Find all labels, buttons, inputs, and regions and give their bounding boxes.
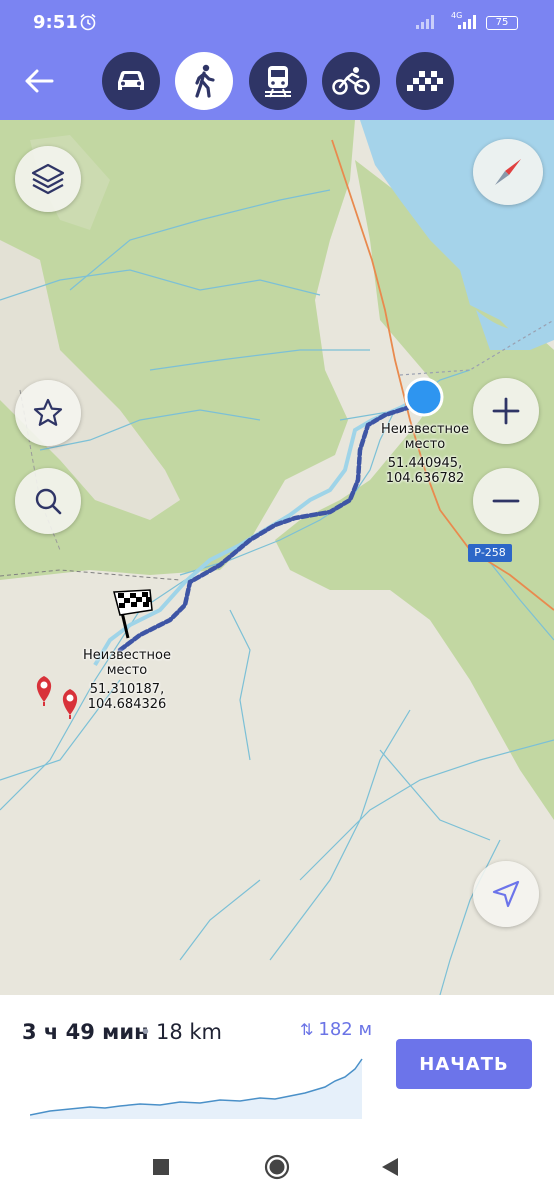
elevation-profile	[30, 1058, 363, 1119]
layers-icon	[31, 163, 65, 195]
minus-icon	[492, 499, 520, 503]
alarm-icon	[80, 13, 96, 31]
current-location-name-2: место	[404, 437, 446, 452]
current-location-label: Неизвестное место 51.440945, 104.636782	[370, 422, 480, 486]
current-location-coords: 51.440945,	[387, 456, 463, 471]
mode-taxi-button[interactable]	[396, 52, 454, 110]
compass-button[interactable]	[473, 139, 543, 205]
walk-icon	[195, 64, 215, 98]
destination-coords: 51.310187,	[89, 682, 165, 697]
mode-walk-button[interactable]	[175, 52, 233, 110]
separator-dot: •	[142, 1021, 150, 1043]
battery-indicator: 75	[486, 16, 518, 30]
home-icon[interactable]	[264, 1154, 290, 1180]
back-triangle-icon[interactable]	[381, 1157, 399, 1177]
signal-4g-icon	[458, 15, 476, 29]
search-button[interactable]	[15, 468, 81, 534]
road-sign: Р-258	[468, 544, 512, 562]
route-distance: 18 km	[156, 1020, 223, 1044]
destination-coords-2: 104.684326	[87, 697, 167, 712]
my-location-button[interactable]	[473, 861, 539, 927]
system-nav-bar	[0, 1132, 554, 1200]
navigation-arrow-icon	[492, 880, 520, 908]
elevation-value: 182 м	[318, 1019, 373, 1040]
elevation-gain: ⇅ 182 м	[300, 1019, 372, 1040]
status-bar: 9:51 4G 75	[0, 0, 554, 42]
mode-train-button[interactable]	[249, 52, 307, 110]
mode-bike-button[interactable]	[322, 52, 380, 110]
destination-name-2: место	[106, 663, 148, 678]
star-icon	[33, 398, 63, 426]
search-icon	[35, 488, 62, 515]
map-view[interactable]: Неизвестное место 51.440945, 104.636782 …	[0, 120, 554, 995]
status-time: 9:51	[33, 12, 78, 33]
transport-toolbar	[0, 42, 554, 120]
elevation-arrows-icon: ⇅	[300, 1020, 314, 1039]
zoom-in-button[interactable]	[473, 378, 539, 444]
compass-icon	[495, 159, 521, 185]
destination-name: Неизвестное	[83, 648, 171, 663]
plus-icon	[492, 397, 520, 425]
route-summary-panel: 3 ч 49 мин • 18 km ⇅ 182 м НАЧАТЬ	[0, 995, 554, 1132]
current-location-coords-2: 104.636782	[385, 471, 465, 486]
back-arrow-icon[interactable]	[22, 64, 56, 98]
zoom-out-button[interactable]	[473, 468, 539, 534]
favorites-button[interactable]	[15, 380, 81, 446]
signal-icon	[416, 15, 434, 29]
taxi-icon	[407, 71, 443, 91]
route-duration: 3 ч 49 мин	[22, 1020, 149, 1044]
current-location-name: Неизвестное	[381, 422, 469, 437]
recent-apps-icon[interactable]	[153, 1159, 169, 1175]
bike-icon	[332, 67, 370, 95]
car-icon	[118, 71, 144, 90]
layers-button[interactable]	[15, 146, 81, 212]
mode-car-button[interactable]	[102, 52, 160, 110]
start-button[interactable]: НАЧАТЬ	[396, 1039, 532, 1089]
destination-label: Неизвестное место 51.310187, 104.684326	[72, 648, 182, 712]
train-icon	[265, 66, 291, 98]
